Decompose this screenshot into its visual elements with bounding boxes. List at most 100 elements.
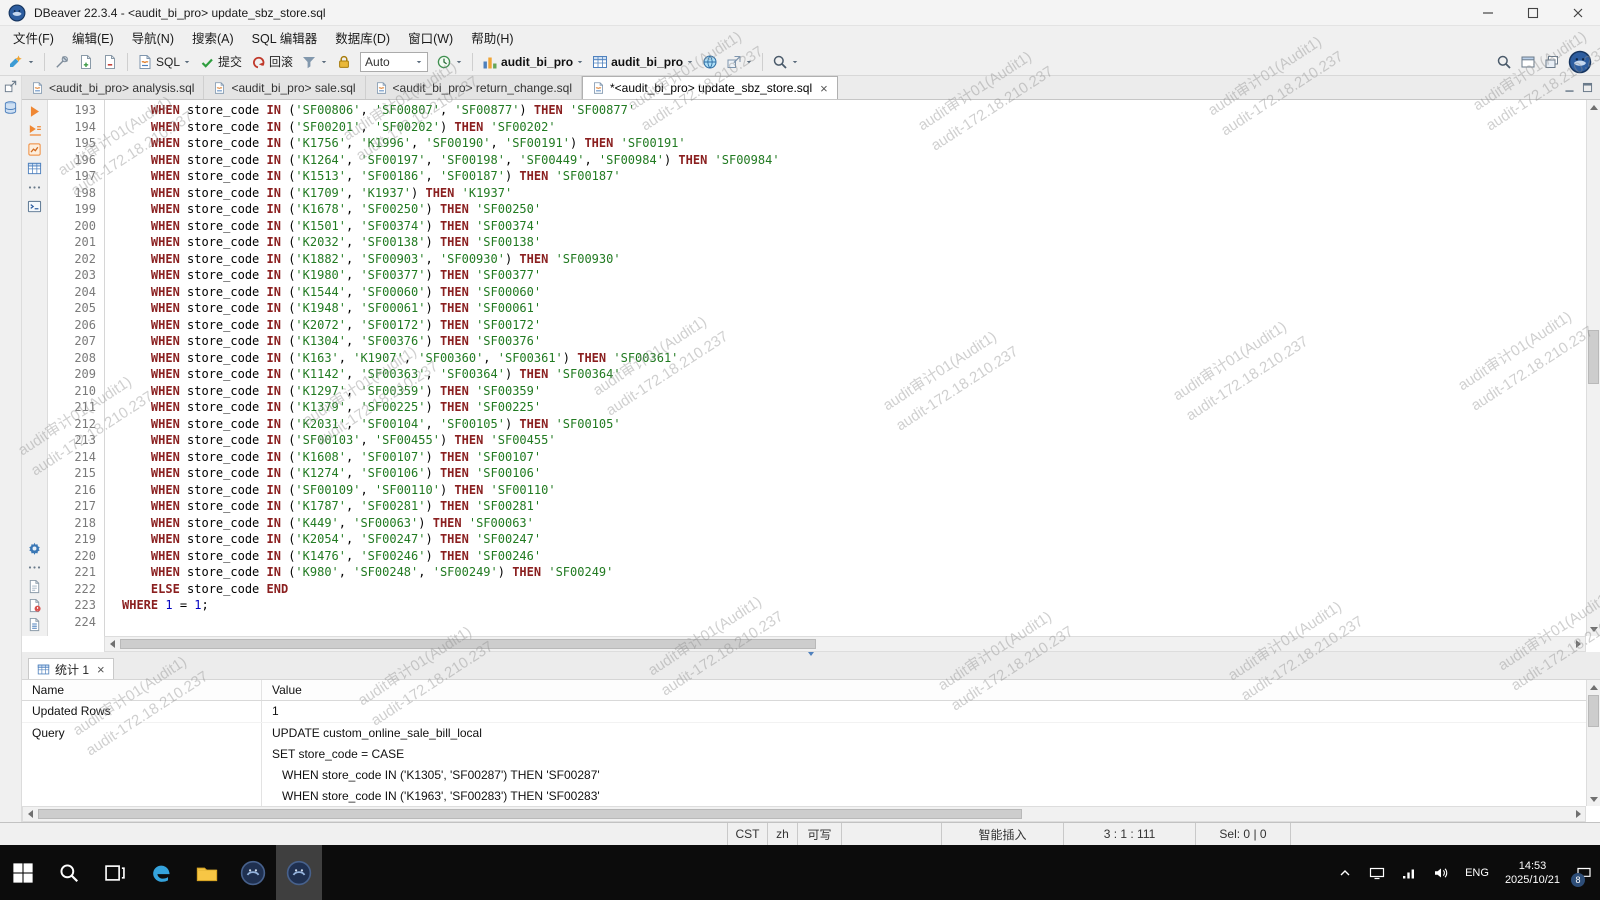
code-line[interactable]: WHEN store_code IN ('K1297', 'SF00359') …	[122, 383, 1586, 400]
editor-horizontal-scrollbar[interactable]	[104, 636, 1586, 652]
toolbar-overflow-icon[interactable]	[27, 180, 42, 195]
maximize-view-icon[interactable]	[1581, 81, 1594, 94]
line-number[interactable]: 208	[48, 350, 96, 367]
code-line[interactable]: WHEN store_code IN ('SF00201', 'SF00202'…	[122, 119, 1586, 136]
toolbar-overflow-icon[interactable]	[27, 560, 42, 575]
line-number[interactable]: 209	[48, 366, 96, 383]
scroll-down-arrow[interactable]	[1587, 792, 1600, 806]
menu-item[interactable]: 搜索(A)	[183, 26, 243, 49]
line-number[interactable]: 203	[48, 267, 96, 284]
language-indicator[interactable]: ENG	[1457, 845, 1497, 900]
editor-tab[interactable]: *<audit_bi_pro> update_sbz_store.sql×	[582, 76, 838, 99]
result-grid-button[interactable]	[27, 161, 42, 176]
menu-item[interactable]: 编辑(E)	[63, 26, 123, 49]
line-number[interactable]: 213	[48, 432, 96, 449]
results-column-header[interactable]: Name	[22, 680, 262, 700]
line-number[interactable]: 218	[48, 515, 96, 532]
rollback-button[interactable]: 回滚	[247, 51, 296, 72]
code-line[interactable]: WHERE 1 = 1;	[122, 597, 1586, 614]
statusbar-item[interactable]: zh	[767, 823, 797, 845]
lock-button[interactable]	[333, 52, 355, 72]
line-number[interactable]: 193	[48, 102, 96, 119]
line-number-gutter[interactable]: 1931941951961971981992002012022032042052…	[48, 100, 104, 636]
schema-select[interactable]: audit_bi_pro	[589, 52, 697, 72]
explain-plan-button[interactable]	[27, 142, 42, 157]
dbeaver-taskbar-button[interactable]	[230, 845, 276, 900]
toolbar-search-button[interactable]	[769, 52, 802, 72]
line-number[interactable]: 197	[48, 168, 96, 185]
code-line[interactable]: WHEN store_code IN ('K2072', 'SF00172') …	[122, 317, 1586, 334]
start-button[interactable]	[0, 845, 46, 900]
execute-script-button[interactable]	[27, 123, 42, 138]
editor-tab[interactable]: <audit_bi_pro> analysis.sql	[22, 76, 204, 99]
scrollbar-thumb[interactable]	[1588, 330, 1599, 384]
file-explorer-button[interactable]	[184, 845, 230, 900]
code-line[interactable]: WHEN store_code IN ('K2032', 'SF00138') …	[122, 234, 1586, 251]
line-number[interactable]: 221	[48, 564, 96, 581]
line-number[interactable]: 214	[48, 449, 96, 466]
line-number[interactable]: 215	[48, 465, 96, 482]
code-line[interactable]: WHEN store_code IN ('K1476', 'SF00246') …	[122, 548, 1586, 565]
open-console-button[interactable]	[27, 199, 42, 214]
editor-settings-button[interactable]	[27, 541, 42, 556]
statistics-tab[interactable]: 统计 1 ×	[28, 658, 114, 679]
output-log-button[interactable]	[27, 617, 42, 632]
code-line[interactable]: WHEN store_code IN ('K1142', 'SF00363', …	[122, 366, 1586, 383]
menu-item[interactable]: 数据库(D)	[326, 26, 399, 49]
statusbar-item[interactable]: 可写	[797, 823, 841, 845]
menu-item[interactable]: SQL 编辑器	[243, 26, 327, 49]
line-number[interactable]: 220	[48, 548, 96, 565]
scrollbar-thumb[interactable]	[38, 809, 1022, 819]
scroll-left-arrow[interactable]	[105, 637, 119, 651]
code-line[interactable]: WHEN store_code IN ('K1980', 'SF00377') …	[122, 267, 1586, 284]
code-line[interactable]: WHEN store_code IN ('K1513', 'SF00186', …	[122, 168, 1586, 185]
line-number[interactable]: 210	[48, 383, 96, 400]
execute-statement-button[interactable]	[27, 104, 42, 119]
line-number[interactable]: 207	[48, 333, 96, 350]
line-number[interactable]: 223	[48, 597, 96, 614]
code-line[interactable]: WHEN store_code IN ('K1882', 'SF00903', …	[122, 251, 1586, 268]
editor-vertical-scrollbar[interactable]	[1586, 100, 1600, 636]
results-row[interactable]: Updated Rows1	[22, 701, 1600, 723]
code-line[interactable]: WHEN store_code IN ('K1544', 'SF00060') …	[122, 284, 1586, 301]
code-line[interactable]: WHEN store_code IN ('K163', 'K1907', 'SF…	[122, 350, 1586, 367]
code-line[interactable]: WHEN store_code IN ('SF00806', 'SF00807'…	[122, 102, 1586, 119]
results-vertical-scrollbar[interactable]	[1586, 680, 1600, 806]
pin-editor-button[interactable]	[51, 52, 73, 72]
connection-select[interactable]: audit_bi_pro	[479, 52, 587, 72]
line-number[interactable]: 202	[48, 251, 96, 268]
database-navigator-icon[interactable]	[3, 100, 18, 115]
action-center-button[interactable]: 8	[1568, 845, 1600, 900]
error-log-button[interactable]	[27, 598, 42, 613]
code-line[interactable]: WHEN store_code IN ('K1304', 'SF00376') …	[122, 333, 1586, 350]
scrollbar-thumb[interactable]	[1588, 695, 1599, 727]
minimize-view-icon[interactable]	[1563, 81, 1576, 94]
line-number[interactable]: 199	[48, 201, 96, 218]
transaction-log-button[interactable]	[298, 52, 331, 72]
code-line[interactable]: WHEN store_code IN ('K1948', 'SF00061') …	[122, 300, 1586, 317]
code-line[interactable]: WHEN store_code IN ('K1501', 'SF00374') …	[122, 218, 1586, 235]
code-editor-content[interactable]: WHEN store_code IN ('SF00806', 'SF00807'…	[116, 100, 1586, 636]
editor-tab[interactable]: <audit_bi_pro> sale.sql	[204, 76, 365, 99]
scroll-right-arrow[interactable]	[1571, 637, 1585, 651]
sql-dialect-select[interactable]: SQL	[134, 52, 194, 72]
menu-item[interactable]: 导航(N)	[123, 26, 183, 49]
results-horizontal-scrollbar[interactable]	[22, 806, 1586, 822]
code-line[interactable]: WHEN store_code IN ('K1787', 'SF00281') …	[122, 498, 1586, 515]
minimize-panels-button[interactable]	[1517, 52, 1539, 72]
line-number[interactable]: 196	[48, 152, 96, 169]
line-number[interactable]: 219	[48, 531, 96, 548]
line-number[interactable]: 201	[48, 234, 96, 251]
sash-handle[interactable]	[808, 652, 814, 656]
line-number[interactable]: 206	[48, 317, 96, 334]
statusbar-item[interactable]: 3 : 1 : 111	[1063, 823, 1195, 845]
results-column-header[interactable]: Value	[262, 680, 1600, 700]
tab-close-icon[interactable]: ×	[97, 662, 105, 677]
network-config-button[interactable]	[699, 52, 721, 72]
line-number[interactable]: 200	[48, 218, 96, 235]
export-button[interactable]	[723, 52, 756, 72]
scroll-right-arrow[interactable]	[1571, 807, 1585, 821]
tray-network-button[interactable]	[1393, 845, 1425, 900]
code-line[interactable]: WHEN store_code IN ('K1608', 'SF00107') …	[122, 449, 1586, 466]
line-number[interactable]: 222	[48, 581, 96, 598]
